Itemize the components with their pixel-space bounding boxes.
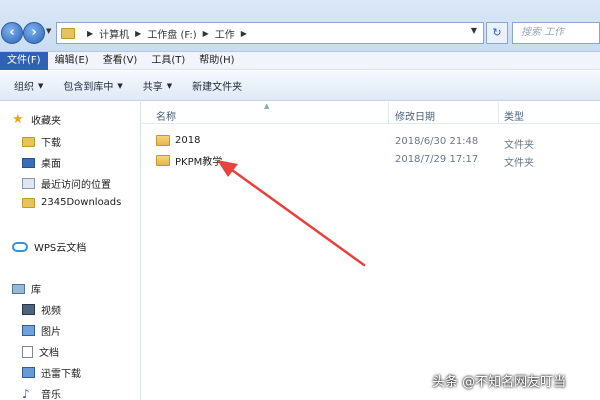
sidebar-item-videos[interactable]: 视频 bbox=[22, 302, 61, 317]
recent-places-icon bbox=[22, 178, 35, 189]
search-input[interactable]: 搜索 工作 bbox=[512, 22, 600, 44]
sidebar-item-label: 音乐 bbox=[41, 390, 61, 400]
sidebar-item-label: 收藏夹 bbox=[31, 116, 61, 127]
folder-icon bbox=[156, 135, 170, 146]
sidebar-item-label: 2345Downloads bbox=[41, 197, 122, 208]
breadcrumb-drive[interactable]: 工作盘 (F:) bbox=[147, 26, 196, 41]
video-library-icon bbox=[22, 304, 35, 315]
folder-icon bbox=[61, 27, 75, 39]
menu-help[interactable]: 帮助(H) bbox=[192, 52, 241, 70]
document-library-icon bbox=[22, 345, 33, 358]
music-note-icon: ♪ bbox=[22, 386, 30, 400]
desktop-icon bbox=[22, 157, 35, 168]
thunder-download-icon bbox=[22, 367, 35, 378]
chevron-right-icon[interactable]: ▶ bbox=[241, 29, 247, 38]
sidebar-item-label: 视频 bbox=[41, 306, 61, 317]
back-button[interactable]: ‹ bbox=[1, 22, 23, 44]
chevron-right-icon[interactable]: ▶ bbox=[87, 29, 93, 38]
sidebar-item-downloads[interactable]: 下载 bbox=[22, 134, 61, 149]
column-name[interactable]: 名称 bbox=[156, 108, 176, 123]
back-arrow-icon: ‹ bbox=[9, 25, 15, 40]
share-button[interactable]: 共享 ▼ bbox=[133, 78, 182, 94]
sidebar-item-2345downloads[interactable]: 2345Downloads bbox=[22, 197, 121, 208]
picture-library-icon bbox=[22, 325, 35, 336]
include-library-label: 包含到库中 bbox=[63, 82, 114, 93]
file-name-cell: PKPM教学 bbox=[156, 153, 222, 168]
menu-edit[interactable]: 编辑(E) bbox=[48, 52, 96, 70]
breadcrumb-work[interactable]: 工作 bbox=[215, 26, 235, 41]
chevron-right-icon[interactable]: ▶ bbox=[203, 29, 209, 38]
address-bar-row: ‹ › ▼ ▶ 计算机 ▶ 工作盘 (F:) ▶ 工作 ▶ ▼ ↻ 搜索 工作 bbox=[0, 0, 600, 52]
sidebar-item-favorites[interactable]: ★ 收藏夹 bbox=[12, 111, 61, 128]
sidebar-item-label: 库 bbox=[31, 285, 41, 296]
file-date: 2018/7/29 17:17 bbox=[395, 154, 479, 165]
navigation-pane: ★ 收藏夹 下载 桌面 最近访问的位置 2345Downloads WPS云文档… bbox=[0, 102, 141, 400]
chevron-down-icon[interactable]: ▼ bbox=[471, 26, 477, 35]
breadcrumb-computer[interactable]: 计算机 bbox=[99, 26, 129, 41]
organize-button[interactable]: 组织 ▼ bbox=[4, 78, 53, 94]
file-list-pane: ▲ 名称 修改日期 类型 2018 2018/6/30 21:48 文件夹 PK… bbox=[142, 102, 600, 400]
sort-ascending-icon: ▲ bbox=[264, 102, 270, 110]
chevron-down-icon: ▼ bbox=[38, 81, 44, 90]
download-folder-icon bbox=[22, 136, 35, 147]
sidebar-item-label: 文档 bbox=[39, 348, 59, 359]
menu-file[interactable]: 文件(F) bbox=[0, 51, 48, 70]
sidebar-item-thunder-downloads[interactable]: 迅雷下载 bbox=[22, 365, 81, 380]
column-divider[interactable] bbox=[388, 102, 389, 124]
menu-bar: 文件(F) 编辑(E) 查看(V) 工具(T) 帮助(H) bbox=[0, 51, 600, 70]
organize-label: 组织 bbox=[14, 82, 34, 93]
file-name: PKPM教学 bbox=[175, 157, 223, 168]
sidebar-item-library[interactable]: 库 bbox=[12, 281, 41, 296]
sidebar-item-wps-cloud[interactable]: WPS云文档 bbox=[12, 239, 86, 254]
file-type: 文件夹 bbox=[504, 158, 534, 169]
sidebar-item-label: 下载 bbox=[41, 138, 61, 149]
column-date[interactable]: 修改日期 bbox=[395, 108, 435, 123]
file-name: 2018 bbox=[175, 135, 201, 146]
address-field[interactable]: ▶ 计算机 ▶ 工作盘 (F:) ▶ 工作 ▶ ▼ bbox=[56, 22, 484, 44]
sidebar-item-pictures[interactable]: 图片 bbox=[22, 323, 61, 338]
forward-button[interactable]: › bbox=[23, 22, 45, 44]
file-row-2018[interactable]: 2018 2018/6/30 21:48 文件夹 bbox=[142, 133, 600, 151]
file-name-cell: 2018 bbox=[156, 135, 200, 146]
history-dropdown-icon[interactable]: ▼ bbox=[46, 27, 51, 35]
folder-icon bbox=[156, 155, 170, 166]
include-library-button[interactable]: 包含到库中 ▼ bbox=[53, 78, 132, 94]
sidebar-item-music[interactable]: ♪ 音乐 bbox=[22, 386, 61, 400]
sidebar-item-desktop[interactable]: 桌面 bbox=[22, 155, 61, 170]
chevron-down-icon: ▼ bbox=[117, 81, 123, 90]
sidebar-item-label: WPS云文档 bbox=[34, 243, 87, 254]
sidebar-item-label: 最近访问的位置 bbox=[41, 180, 111, 191]
refresh-icon: ↻ bbox=[492, 26, 502, 39]
column-type[interactable]: 类型 bbox=[504, 108, 524, 123]
column-divider[interactable] bbox=[498, 102, 499, 124]
file-type: 文件夹 bbox=[504, 140, 534, 151]
cloud-icon bbox=[12, 241, 28, 252]
refresh-button[interactable]: ↻ bbox=[486, 22, 508, 44]
sidebar-item-documents[interactable]: 文档 bbox=[22, 344, 59, 359]
sidebar-item-label: 迅雷下载 bbox=[41, 369, 81, 380]
file-row-pkpm[interactable]: PKPM教学 2018/7/29 17:17 文件夹 bbox=[142, 151, 600, 169]
star-icon: ★ bbox=[12, 111, 24, 127]
watermark: 头条 @不知名网友叮当 bbox=[432, 375, 567, 390]
file-date: 2018/6/30 21:48 bbox=[395, 136, 479, 147]
sidebar-item-label: 图片 bbox=[41, 327, 61, 338]
sidebar-item-recent-places[interactable]: 最近访问的位置 bbox=[22, 176, 111, 191]
command-toolbar: 组织 ▼ 包含到库中 ▼ 共享 ▼ 新建文件夹 bbox=[0, 71, 600, 101]
menu-tools[interactable]: 工具(T) bbox=[144, 52, 192, 70]
library-icon bbox=[12, 283, 25, 294]
forward-arrow-icon: › bbox=[31, 25, 37, 40]
new-folder-button[interactable]: 新建文件夹 bbox=[182, 78, 252, 93]
chevron-right-icon[interactable]: ▶ bbox=[135, 29, 141, 38]
share-label: 共享 bbox=[142, 82, 163, 93]
chevron-down-icon: ▼ bbox=[166, 81, 173, 90]
sidebar-item-label: 桌面 bbox=[41, 159, 61, 170]
menu-view[interactable]: 查看(V) bbox=[96, 52, 145, 70]
folder-icon bbox=[22, 197, 35, 208]
column-header: ▲ 名称 修改日期 类型 bbox=[142, 102, 600, 124]
